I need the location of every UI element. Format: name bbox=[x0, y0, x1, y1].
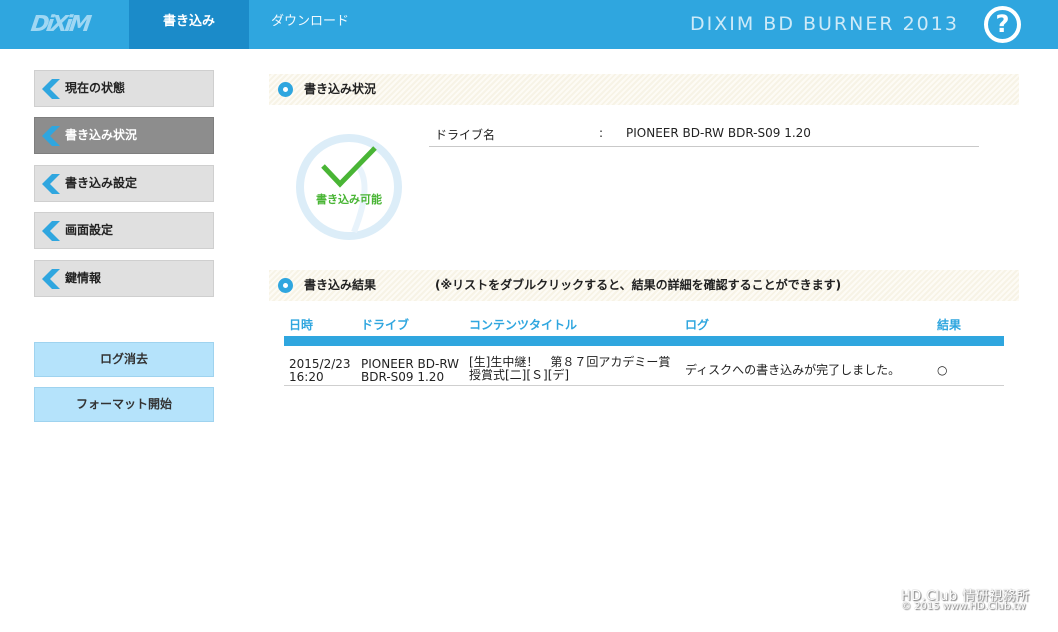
app-title: DIXIM BD BURNER 2013 bbox=[690, 13, 959, 35]
chevron-left-icon bbox=[42, 79, 60, 99]
row-title-line2: 授賞式[二][Ｓ][デ] bbox=[469, 368, 570, 382]
row-drive-line2: BDR-S09 1.20 bbox=[361, 370, 445, 384]
sidebar-item-label: 鍵情報 bbox=[65, 271, 102, 285]
column-header-result[interactable]: 結果 bbox=[937, 316, 961, 333]
chevron-left-icon bbox=[42, 269, 60, 289]
column-header-log[interactable]: ログ bbox=[685, 316, 709, 333]
sidebar-item-label: 画面設定 bbox=[65, 223, 114, 237]
start-format-button[interactable]: フォーマット開始 bbox=[34, 387, 214, 422]
sidebar-item-write-settings[interactable]: 書き込み設定 bbox=[34, 165, 214, 202]
row-date: 2015/2/23 16:20 bbox=[289, 358, 351, 384]
table-row[interactable]: 2015/2/23 16:20 PIONEER BD-RW BDR-S09 1.… bbox=[284, 346, 1004, 386]
row-title: [生]生中継！ 第８７回アカデミー賞 授賞式[二][Ｓ][デ] bbox=[469, 356, 670, 382]
check-icon bbox=[321, 146, 377, 188]
dixim-logo: DiXiM bbox=[29, 12, 91, 37]
section-bullet-icon bbox=[278, 278, 293, 293]
sidebar-item-label: 書き込み状況 bbox=[65, 128, 138, 142]
tab-download[interactable]: ダウンロード bbox=[250, 0, 370, 49]
sidebar-item-screen-settings[interactable]: 画面設定 bbox=[34, 212, 214, 249]
row-drive: PIONEER BD-RW BDR-S09 1.20 bbox=[361, 358, 459, 384]
write-status-header: 書き込み状況 bbox=[269, 74, 1019, 105]
sidebar-item-current-status[interactable]: 現在の状態 bbox=[34, 70, 214, 107]
help-icon[interactable]: ? bbox=[984, 6, 1021, 43]
column-header-content-title[interactable]: コンテンツタイトル bbox=[469, 316, 577, 333]
drive-name-separator: : bbox=[599, 126, 604, 140]
chevron-left-icon bbox=[42, 221, 60, 241]
row-result: ○ bbox=[937, 363, 948, 377]
drive-name-row: ドライブ名 : PIONEER BD-RW BDR-S09 1.20 bbox=[429, 123, 979, 147]
section-bullet-icon bbox=[278, 82, 293, 97]
row-log: ディスクへの書き込みが完了しました。 bbox=[685, 363, 901, 377]
column-header-drive[interactable]: ドライブ bbox=[361, 316, 409, 333]
sidebar-item-label: 書き込み設定 bbox=[65, 176, 138, 190]
chevron-left-icon bbox=[42, 174, 60, 194]
table-header-bar bbox=[284, 336, 1004, 346]
sidebar-item-label: 現在の状態 bbox=[65, 81, 126, 95]
write-result-header: 書き込み結果 (※リストをダブルクリックすると、結果の詳細を確認することができま… bbox=[269, 270, 1019, 301]
drive-name-label: ドライブ名 bbox=[435, 128, 496, 142]
section-title: 書き込み状況 bbox=[304, 82, 377, 96]
clear-log-button[interactable]: ログ消去 bbox=[34, 342, 214, 377]
sidebar-item-write-status[interactable]: 書き込み状況 bbox=[34, 117, 214, 154]
column-header-date[interactable]: 日時 bbox=[289, 316, 313, 333]
tab-write[interactable]: 書き込み bbox=[129, 0, 249, 49]
watermark-line2: © 2015 www.HD.Club.tw bbox=[901, 601, 1026, 612]
drive-name-value: PIONEER BD-RW BDR-S09 1.20 bbox=[626, 126, 811, 140]
row-date-line2: 16:20 bbox=[289, 370, 324, 384]
app-header: DiXiM 書き込み ダウンロード DIXIM BD BURNER 2013 ? bbox=[0, 0, 1058, 49]
section-title: 書き込み結果 bbox=[304, 278, 377, 292]
sidebar-item-key-info[interactable]: 鍵情報 bbox=[34, 260, 214, 297]
chevron-left-icon bbox=[42, 126, 60, 146]
status-text: 書き込み可能 bbox=[316, 193, 382, 206]
section-note: (※リストをダブルクリックすると、結果の詳細を確認することができます) bbox=[435, 278, 842, 292]
